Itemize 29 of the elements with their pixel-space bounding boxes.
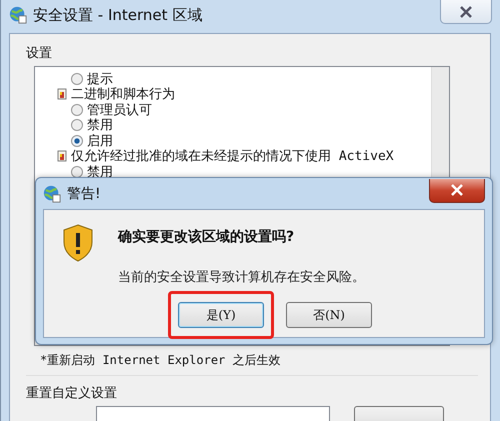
- dialog-question: 确实要更改该区域的设置吗?: [118, 228, 296, 246]
- group-label: 重置自定义设置: [26, 385, 118, 402]
- close-icon: [459, 6, 473, 18]
- setting-heading: 仅允许经过批准的域在未经提示的情况下使用 ActiveX: [71, 148, 394, 165]
- radio-option[interactable]: 启用: [57, 133, 431, 148]
- restart-note: *重新启动 Internet Explorer 之后生效: [40, 352, 282, 370]
- close-icon: [450, 184, 464, 196]
- dialog-button[interactable]: 否(N): [286, 302, 372, 328]
- radio-button[interactable]: [71, 134, 83, 147]
- close-button[interactable]: [429, 178, 485, 202]
- radio-option[interactable]: 禁用: [57, 118, 431, 133]
- radio-button[interactable]: [71, 104, 83, 116]
- setting-heading: 二进制和脚本行为: [71, 86, 175, 104]
- dialog-title: 警告!: [67, 184, 101, 202]
- dialog-message: 当前的安全设置导致计算机存在安全风险。: [118, 269, 366, 286]
- radio-option[interactable]: 管理员认可: [57, 102, 431, 118]
- radio-option[interactable]: 提示: [57, 71, 431, 86]
- warning-shield-icon: [62, 224, 94, 262]
- setting-icon: [57, 88, 67, 100]
- close-button[interactable]: [440, 0, 492, 24]
- radio-button[interactable]: [71, 119, 83, 132]
- window-title: 安全设置 - Internet 区域: [33, 6, 202, 24]
- radio-button[interactable]: [71, 72, 83, 85]
- group-label: 设置: [26, 45, 53, 62]
- globe-icon: [43, 184, 61, 202]
- globe-icon: [9, 6, 27, 24]
- setting-icon: [57, 150, 67, 162]
- dialog-button[interactable]: 是(Y): [178, 302, 264, 328]
- radio-button[interactable]: [71, 166, 83, 178]
